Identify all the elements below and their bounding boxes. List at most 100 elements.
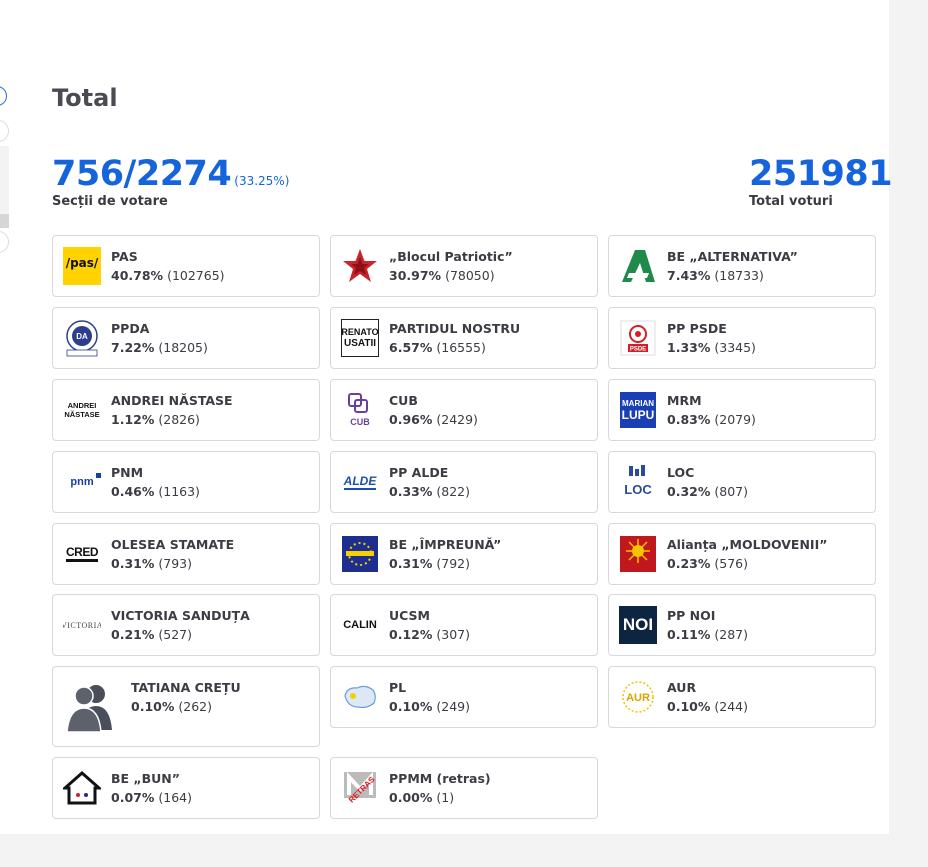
ppmm-retras-logo: RETRAS <box>341 769 379 807</box>
party-percent: 0.46% <box>111 484 155 499</box>
party-result: 6.57% (16555) <box>389 337 520 358</box>
ppda-logo: DA <box>63 319 101 357</box>
party-card[interactable]: PL 0.10% (249) <box>330 666 598 728</box>
party-percent: 1.33% <box>667 340 711 355</box>
party-votes: (2826) <box>158 412 200 427</box>
pas-logo: /pas/ <box>63 247 101 285</box>
psde-logo: PSDE <box>619 319 657 357</box>
party-percent: 30.97% <box>389 268 442 283</box>
party-percent: 0.83% <box>667 412 711 427</box>
party-votes: (576) <box>714 556 748 571</box>
party-percent: 0.21% <box>111 627 155 642</box>
red-star-logo <box>341 247 379 285</box>
party-result: 0.21% (527) <box>111 624 250 645</box>
party-name: PPDA <box>111 321 150 336</box>
svg-text:CUB: CUB <box>350 417 370 427</box>
party-result: 0.12% (307) <box>389 624 470 645</box>
party-name: PAS <box>111 249 138 264</box>
party-votes: (244) <box>714 699 748 714</box>
party-name: „Blocul Patriotic” <box>389 249 513 264</box>
party-percent: 0.23% <box>667 556 711 571</box>
party-votes: (792) <box>436 556 470 571</box>
party-votes: (822) <box>436 484 470 499</box>
polling-stations-count: 756/2274 <box>52 154 232 194</box>
party-card[interactable]: BE „ALTERNATIVA” 7.43% (18733) <box>608 235 876 297</box>
party-percent: 7.22% <box>111 340 155 355</box>
party-percent: 0.96% <box>389 412 433 427</box>
party-result: 0.31% (792) <box>389 553 501 574</box>
alde-logo: ALDE <box>343 473 377 490</box>
moldovenii-logo <box>619 535 657 573</box>
party-votes: (1163) <box>158 484 200 499</box>
party-name: Alianța „MOLDOVENII” <box>667 537 828 552</box>
party-votes: (164) <box>158 790 192 805</box>
party-result: 0.46% (1163) <box>111 481 200 502</box>
party-name: PP NOI <box>667 608 716 623</box>
party-card[interactable]: NOI PP NOI 0.11% (287) <box>608 594 876 656</box>
andrei-nastase-logo: ANDREI NĂSTASE <box>64 401 100 419</box>
party-percent: 0.31% <box>111 556 155 571</box>
edge-scroll-strip[interactable] <box>0 146 9 228</box>
party-result: 7.22% (18205) <box>111 337 208 358</box>
party-percent: 0.10% <box>667 699 711 714</box>
party-card[interactable]: ANDREI NĂSTASE ANDREI NĂSTASE 1.12% (2826) <box>52 379 320 441</box>
total-votes-summary: 251981 Total voturi <box>749 154 893 209</box>
party-percent: 7.43% <box>667 268 711 283</box>
edge-scroll-knob[interactable] <box>0 214 9 228</box>
party-card[interactable]: BE „BUN” 0.07% (164) <box>52 757 320 819</box>
party-percent: 0.10% <box>389 699 433 714</box>
party-name: CUB <box>389 393 418 408</box>
party-card[interactable]: BE „ÎMPREUNĂ” 0.31% (792) <box>330 523 598 585</box>
party-votes: (78050) <box>445 268 495 283</box>
party-votes: (793) <box>158 556 192 571</box>
pnm-logo: pnm <box>63 463 101 501</box>
cred-logo: CRED <box>63 535 101 573</box>
party-name: ANDREI NĂSTASE <box>111 393 233 408</box>
party-card[interactable]: CUB CUB 0.96% (2429) <box>330 379 598 441</box>
party-votes: (1) <box>436 790 455 805</box>
party-name: PARTIDUL NOSTRU <box>389 321 521 336</box>
party-result: 0.11% (287) <box>667 624 748 645</box>
party-result: 40.78% (102765) <box>111 265 225 286</box>
party-card[interactable]: RENATO USATII PARTIDUL NOSTRU 6.57% (16555) <box>330 307 598 369</box>
party-name: BE „ÎMPREUNĂ” <box>389 537 502 552</box>
bun-house-logo <box>63 769 101 807</box>
party-card[interactable]: /pas/ PAS 40.78% (102765) <box>52 235 320 297</box>
party-card[interactable]: VICTORIA VICTORIA SANDUȚA 0.21% (527) <box>52 594 320 656</box>
party-card[interactable]: CRED OLESEA STAMATE 0.31% (793) <box>52 523 320 585</box>
party-votes: (287) <box>714 627 748 642</box>
party-percent: 0.33% <box>389 484 433 499</box>
party-name: BE „BUN” <box>111 771 180 786</box>
party-card[interactable]: Alianța „MOLDOVENII” 0.23% (576) <box>608 523 876 585</box>
svg-text:LOC: LOC <box>624 482 652 497</box>
party-card[interactable]: DA PPDA 7.22% (18205) <box>52 307 320 369</box>
impreuna-logo <box>341 535 379 573</box>
party-name: UCSM <box>389 608 430 623</box>
party-card[interactable]: CALIN UCSM 0.12% (307) <box>330 594 598 656</box>
party-card[interactable]: AUR AUR 0.10% (244) <box>608 666 876 728</box>
party-card[interactable]: LOC LOC 0.32% (807) <box>608 451 876 513</box>
party-card[interactable]: RETRAS PPMM (retras) 0.00% (1) <box>330 757 598 819</box>
noi-logo: NOI <box>619 606 657 644</box>
party-card[interactable]: TATIANA CREȚU 0.10% (262) <box>52 666 320 747</box>
party-votes: (102765) <box>167 268 225 283</box>
party-percent: 40.78% <box>111 268 164 283</box>
party-result: 0.23% (576) <box>667 553 827 574</box>
svg-text:AUR: AUR <box>626 692 650 704</box>
party-name: PP PSDE <box>667 321 727 336</box>
party-percent: 0.31% <box>389 556 433 571</box>
page-title: Total <box>52 84 118 112</box>
total-votes-count: 251981 <box>749 154 893 194</box>
party-result: 0.31% (793) <box>111 553 234 574</box>
party-card[interactable]: MARIAN LUPU MRM 0.83% (2079) <box>608 379 876 441</box>
party-card[interactable]: pnm PNM 0.46% (1163) <box>52 451 320 513</box>
party-percent: 0.10% <box>131 699 175 714</box>
party-card[interactable]: PSDE PP PSDE 1.33% (3345) <box>608 307 876 369</box>
party-card[interactable]: „Blocul Patriotic” 30.97% (78050) <box>330 235 598 297</box>
party-result: 0.10% (244) <box>667 696 748 717</box>
polling-stations-percent: (33.25%) <box>234 174 290 188</box>
svg-text:DA: DA <box>76 332 88 341</box>
victoria-logo: VICTORIA <box>63 620 101 630</box>
party-card[interactable]: ALDE PP ALDE 0.33% (822) <box>330 451 598 513</box>
party-result: 7.43% (18733) <box>667 265 798 286</box>
